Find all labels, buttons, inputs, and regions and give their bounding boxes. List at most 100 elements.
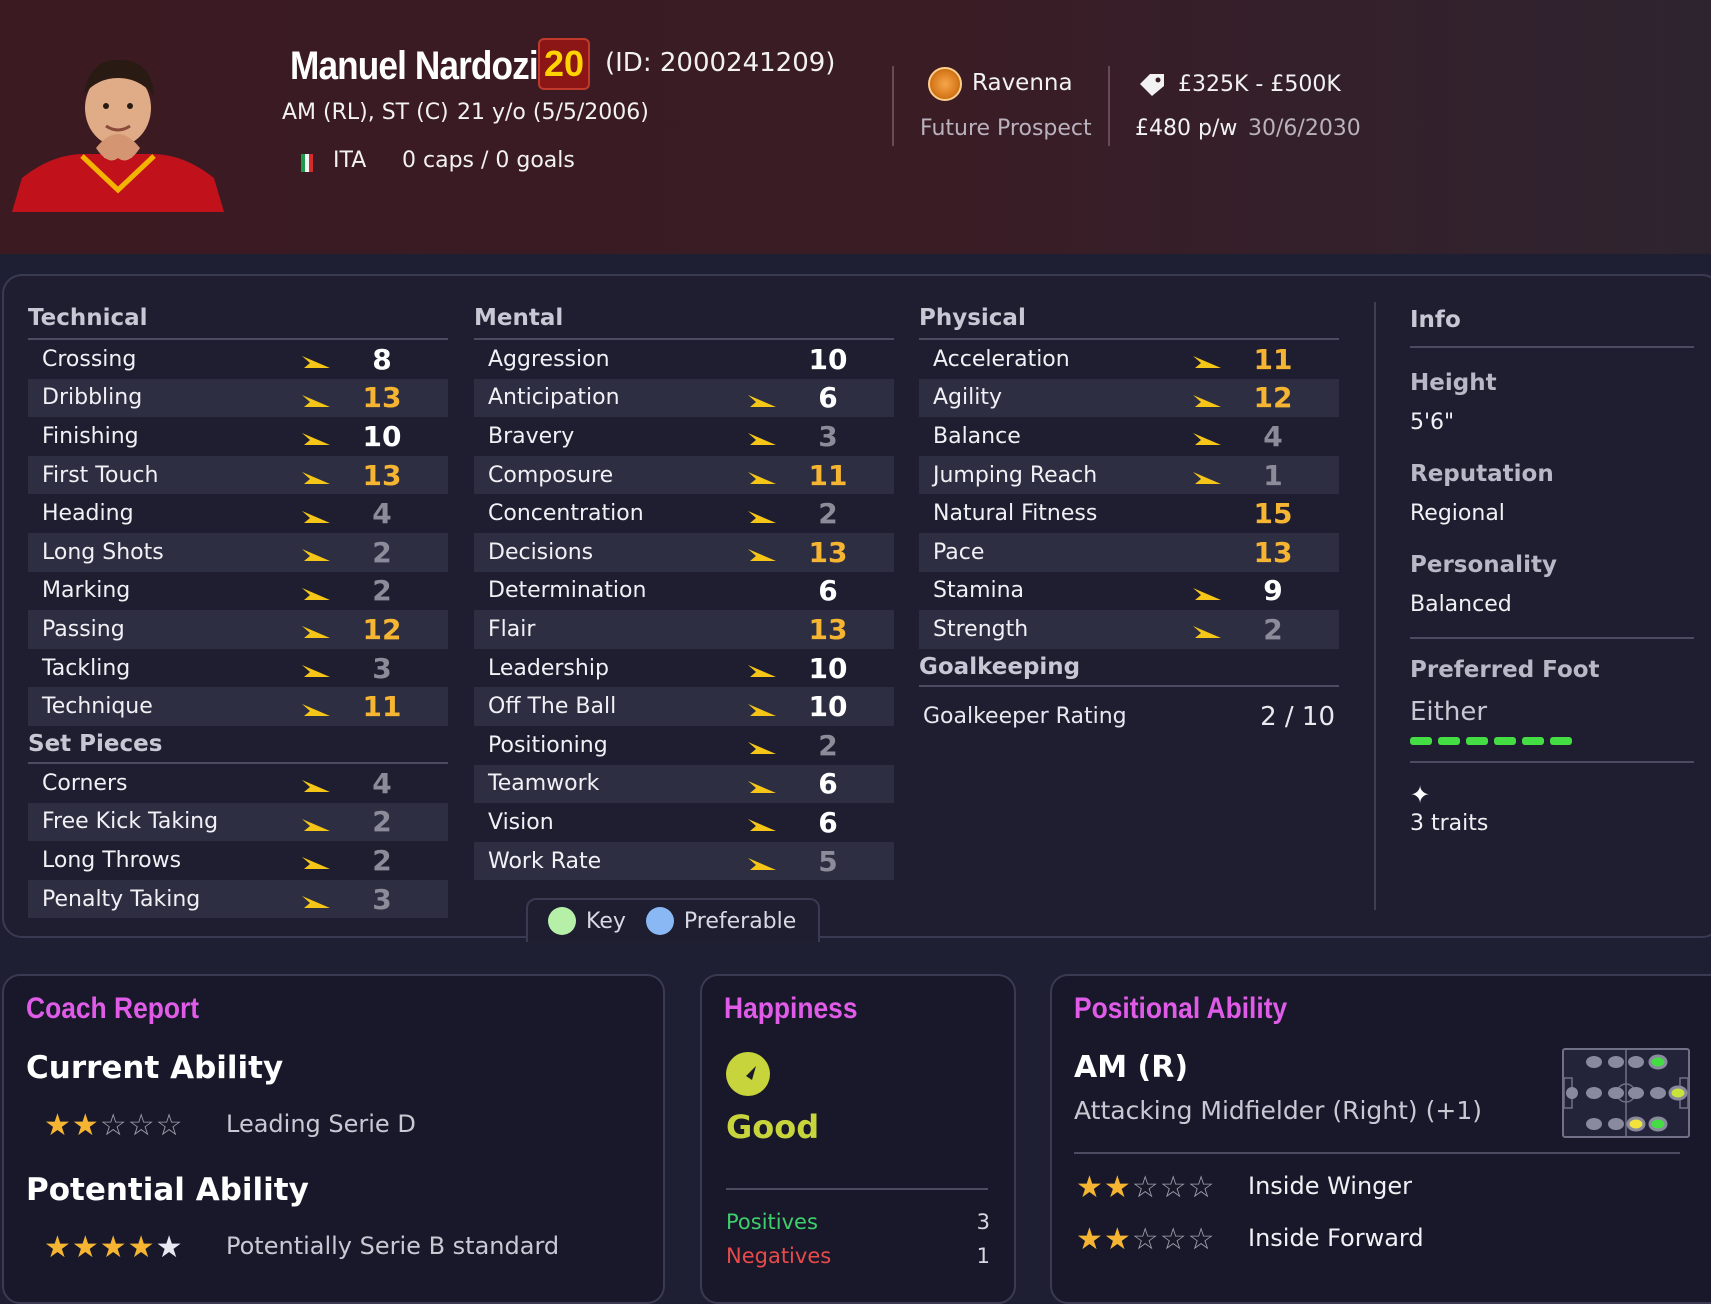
attribute-row[interactable]: Tackling 3 [28,649,448,688]
attribute-label: Composure [488,462,614,488]
training-arrow-icon [746,428,778,446]
attribute-label: Long Throws [42,847,182,873]
personality-value: Balanced [1410,592,1512,617]
attribute-label: Dribbling [42,385,143,411]
attribute-row[interactable]: Concentration 2 [474,494,894,533]
attribute-row[interactable]: Acceleration 11 [919,340,1339,379]
role-label[interactable]: Inside Forward [1248,1224,1424,1252]
attribute-row[interactable]: Aggression 10 [474,340,894,379]
happiness-title: Happiness [724,992,858,1025]
attribute-row[interactable]: Anticipation 6 [474,378,894,418]
attribute-row[interactable]: Corners 4 [28,764,448,803]
attribute-row[interactable]: Positioning 2 [474,726,894,765]
attribute-label: Positioning [488,732,608,758]
mental-title: Mental [474,302,894,340]
attribute-label: Work Rate [488,848,602,874]
attribute-row[interactable]: Heading 4 [28,494,448,533]
attribute-row[interactable]: Pace 13 [919,532,1339,572]
attribute-row[interactable]: First Touch 13 [28,455,448,495]
attribute-row[interactable]: Balance 4 [919,417,1339,456]
physical-title: Physical [919,302,1339,340]
attribute-row[interactable]: Vision 6 [474,803,894,842]
club-name[interactable]: Ravenna [972,70,1073,96]
personality-label: Personality [1410,552,1557,578]
goalkeeper-rating-row: Goalkeeper Rating 2 / 10 [919,687,1339,747]
attribute-row[interactable]: Natural Fitness 15 [919,494,1339,533]
attribute-row[interactable]: Agility 12 [919,378,1339,418]
attribute-value: 3 [818,419,838,453]
training-arrow-icon [1191,467,1223,485]
attribute-label: Stamina [933,578,1025,604]
training-arrow-icon [1191,351,1223,369]
attribute-value: 13 [362,458,402,492]
positives-count: 3 [976,1210,990,1234]
attribute-label: Natural Fitness [933,501,1098,527]
attribute-row[interactable]: Marking 2 [28,572,448,611]
role-label[interactable]: Inside Winger [1248,1172,1412,1200]
attribute-row[interactable]: Off The Ball 10 [474,687,894,726]
info-divider [1410,761,1694,763]
potential-ability-stars: ★★★★★ [44,1230,184,1265]
training-arrow-icon [746,776,778,793]
training-arrow-icon [300,583,332,600]
attribute-row[interactable]: Passing 12 [28,610,448,649]
attribute-row[interactable]: Determination 6 [474,572,894,611]
attribute-value: 2 [372,805,392,839]
attribute-label: Long Shots [42,539,164,565]
attribute-label: Heading [42,501,134,527]
training-arrow-icon [300,852,332,870]
attribute-label: Teamwork [488,771,600,797]
attribute-row[interactable]: Teamwork 6 [474,764,894,804]
traits-count[interactable]: 3 traits [1410,811,1694,836]
preferred-foot-label: Preferred Foot [1410,657,1600,683]
attribute-label: Aggression [488,346,610,372]
attribute-label: Corners [42,770,128,796]
training-arrow-icon [746,390,778,407]
current-ability-label: Current Ability [26,1050,284,1086]
attribute-row[interactable]: Decisions 13 [474,532,894,572]
attribute-row[interactable]: Penalty Taking 3 [28,879,448,919]
role-stars: ★★☆☆☆ [1076,1170,1216,1205]
attribute-row[interactable]: Work Rate 5 [474,841,894,881]
attribute-row[interactable]: Leadership 10 [474,649,894,688]
training-arrow-icon [300,506,332,523]
attribute-row[interactable]: Dribbling 13 [28,378,448,418]
attribute-row[interactable]: Stamina 9 [919,572,1339,611]
attribute-row[interactable]: Free Kick Taking 2 [28,802,448,842]
negatives-label[interactable]: Negatives [726,1244,831,1268]
attribute-row[interactable]: Bravery 3 [474,417,894,456]
happiness-state: Good [726,1108,820,1146]
attribute-value: 10 [808,690,848,724]
training-arrow-icon [300,699,332,716]
player-header: Manuel Nardozi 20 (ID: 2000241209) AM (R… [0,0,1711,254]
positives-label[interactable]: Positives [726,1210,818,1234]
attribute-value: 12 [362,612,402,646]
age-badge: 20 [538,38,590,90]
attribute-label: Crossing [42,346,137,372]
foot-strength-bar [1410,737,1694,745]
attribute-row[interactable]: Flair 13 [474,610,894,649]
training-arrow-icon [300,891,332,909]
attribute-row[interactable]: Long Throws 2 [28,841,448,880]
technical-column: Technical Crossing 8 Dribbling 13 Finishing 1… [28,302,448,919]
attribute-value: 10 [808,651,848,685]
attribute-row[interactable]: Jumping Reach 1 [919,455,1339,495]
attribute-row[interactable]: Finishing 10 [28,417,448,456]
attribute-value: 6 [818,381,838,415]
key-dot-icon [548,907,576,935]
attribute-row[interactable]: Composure 11 [474,455,894,495]
attribute-value: 13 [1253,535,1293,569]
attribute-row[interactable]: Long Shots 2 [28,532,448,572]
reputation-value: Regional [1410,501,1505,526]
attribute-label: Vision [488,809,554,835]
club-crest-icon[interactable] [928,67,962,101]
position-pitch-map[interactable] [1562,1048,1690,1138]
attribute-row[interactable]: Crossing 8 [28,340,448,379]
negatives-count: 1 [976,1244,990,1268]
goalkeeper-rating-value: 2 / 10 [1260,701,1335,732]
attribute-row[interactable]: Strength 2 [919,610,1339,649]
attribute-row[interactable]: Technique 11 [28,687,448,726]
attribute-value: 1 [1263,458,1283,492]
attribute-value: 5 [818,844,838,878]
attribute-value: 2 [372,843,392,877]
